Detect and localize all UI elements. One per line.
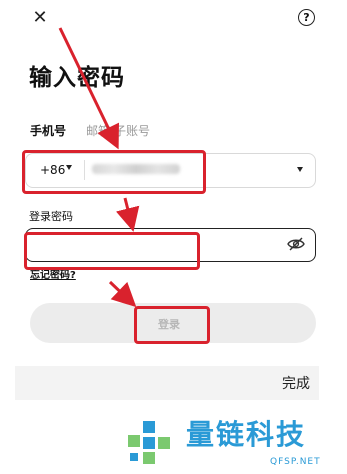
annotation-arrows <box>58 27 140 308</box>
brand-logo-icon <box>128 421 170 464</box>
annotation-arrow-3 <box>108 280 137 308</box>
annotation-arrow-1 <box>58 27 119 150</box>
brand-domain: QFSP.NET <box>270 457 321 467</box>
brand-watermark: 量链科技 <box>186 418 307 451</box>
annotation-arrow-2 <box>115 197 140 232</box>
